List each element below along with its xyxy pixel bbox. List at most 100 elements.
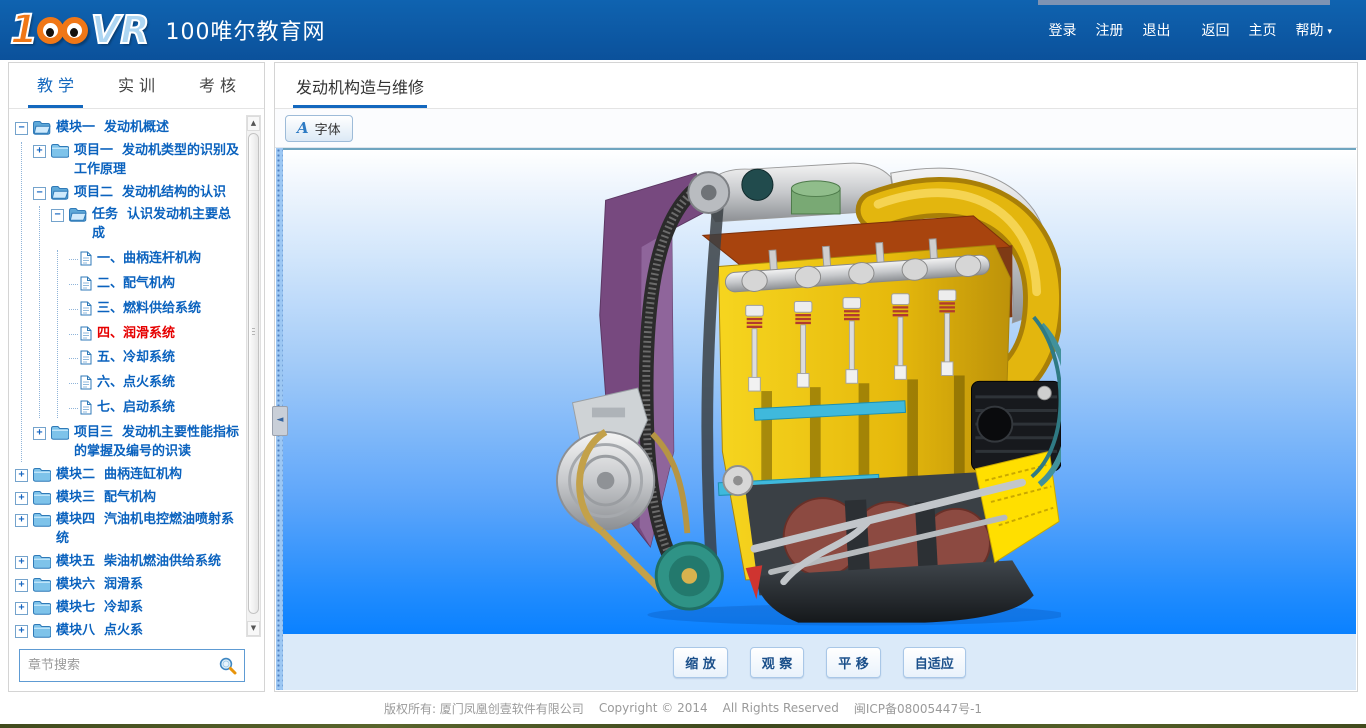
header-top-strip — [1038, 0, 1330, 5]
viewer-button-pan[interactable]: 平 移 — [826, 647, 881, 678]
viewer-button-zoom[interactable]: 缩 放 — [673, 647, 728, 678]
engine-3d-model[interactable] — [555, 155, 1061, 631]
viewer-button-fit[interactable]: 自适应 — [903, 647, 966, 678]
site-logo[interactable]: 1 VR — [10, 7, 150, 53]
tree-item-label: 七、启动系统 — [97, 399, 175, 418]
folder-icon — [50, 185, 69, 200]
header-link-back[interactable]: 返回 — [1201, 20, 1229, 40]
viewer-splitter[interactable]: ◄ — [276, 148, 283, 690]
tree-item-label: 项目三 发动机主要性能指标的掌握及编号的识读 — [74, 424, 242, 462]
viewer-button-observe[interactable]: 观 察 — [750, 647, 805, 678]
folder-icon — [68, 207, 87, 222]
tree-expand-icon[interactable]: + — [15, 625, 28, 638]
tree-item-folder[interactable]: + 模块七 冷却系 — [15, 599, 242, 618]
header-link-register[interactable]: 注册 — [1095, 20, 1123, 40]
search-icon[interactable] — [218, 656, 237, 675]
tree-expand-icon[interactable]: + — [33, 145, 46, 158]
tree-expand-icon[interactable]: + — [15, 469, 28, 482]
sidebar-tab-teaching[interactable]: 教 学 — [15, 63, 96, 108]
font-button[interactable]: A 字体 — [285, 115, 353, 142]
folder-icon — [50, 143, 69, 158]
3d-viewer[interactable] — [283, 148, 1356, 634]
tree-item-folder[interactable]: −模块一 发动机概述 — [15, 119, 242, 138]
logo-eye-icon — [37, 17, 64, 44]
document-icon — [80, 350, 92, 365]
site-header: 1 VR 100唯尔教育网 登录注册退出返回主页帮助▾ — [0, 0, 1366, 60]
page: 1 VR 100唯尔教育网 登录注册退出返回主页帮助▾ 教 学实 训考 核 −模… — [0, 0, 1366, 728]
tree-item-folder[interactable]: + 模块三 配气机构 — [15, 489, 242, 508]
header-link-help[interactable]: 帮助▾ — [1295, 20, 1332, 40]
tree-item-doc[interactable]: 四、润滑系统 — [69, 325, 242, 344]
tree-item-label: 六、点火系统 — [97, 374, 175, 393]
tree-item-doc[interactable]: 五、冷却系统 — [69, 349, 242, 368]
document-icon — [80, 400, 92, 415]
tree-expand-icon[interactable]: + — [15, 556, 28, 569]
tree-scrollbar[interactable]: ▲ ▼ — [246, 115, 261, 637]
folder-icon — [32, 623, 51, 638]
tree-connector — [69, 284, 78, 285]
tree-item-label: 模块三 配气机构 — [56, 489, 156, 508]
main-panel: 发动机构造与维修 A 字体 — [274, 62, 1358, 692]
tree-item-folder[interactable]: − 项目二 发动机结构的认识 — [33, 184, 242, 203]
tree-item-folder[interactable]: + 项目一 发动机类型的识别及工作原理 — [33, 142, 242, 180]
scrollbar-down-icon[interactable]: ▼ — [247, 621, 260, 636]
tree-expand-icon[interactable]: + — [15, 602, 28, 615]
course-sidebar: 教 学实 训考 核 −模块一 发动机概述+项目一 发动机类型的识别及工作原理−项… — [8, 62, 265, 692]
tree-item-label: 四、润滑系统 — [97, 325, 175, 344]
viewer-controls: 缩 放观 察平 移自适应 — [283, 634, 1356, 690]
folder-icon — [32, 577, 51, 592]
tree-expand-icon[interactable]: + — [15, 492, 28, 505]
sidebar-tab-assessment[interactable]: 考 核 — [177, 63, 258, 108]
tab-course-title[interactable]: 发动机构造与维修 — [293, 63, 427, 108]
tree-item-folder[interactable]: +模块六 润滑系 — [15, 576, 242, 595]
chapter-tree: −模块一 发动机概述+项目一 发动机类型的识别及工作原理−项目二 发动机结构的认… — [15, 115, 242, 643]
copyright-cn: 版权所有: 厦门凤凰创壹软件有限公司 — [384, 700, 584, 717]
tree-children: −任务 认识发动机主要总成一、曲柄连杆机构二、配气机构三、燃料供给系统四、润滑系… — [39, 206, 242, 418]
scrollbar-up-icon[interactable]: ▲ — [247, 116, 260, 131]
tree-connector — [69, 358, 78, 359]
tree-connector — [69, 408, 78, 409]
tree-item-doc[interactable]: 二、配气机构 — [69, 275, 242, 294]
document-icon — [80, 301, 92, 316]
tree-item-folder[interactable]: +模块四 汽油机电控燃油喷射系统 — [15, 511, 242, 549]
tree-item-label: 项目一 发动机类型的识别及工作原理 — [74, 142, 242, 180]
tree-item-doc[interactable]: 六、点火系统 — [69, 374, 242, 393]
tree-item-doc[interactable]: 七、启动系统 — [69, 399, 242, 418]
tree-expand-icon[interactable]: + — [15, 514, 28, 527]
tree-item-folder[interactable]: + 模块二 曲柄连缸机构 — [15, 466, 242, 485]
tree-expand-icon[interactable]: + — [33, 427, 46, 440]
search-input[interactable] — [20, 658, 218, 673]
document-icon — [80, 326, 92, 341]
tree-collapse-icon[interactable]: − — [15, 122, 28, 135]
tree-item-label: 模块八 点火系 — [56, 622, 143, 641]
tree-item-doc[interactable]: 三、燃料供给系统 — [69, 300, 242, 319]
tree-item-label: 模块二 曲柄连缸机构 — [56, 466, 182, 485]
tree-item-label: 模块七 冷却系 — [56, 599, 143, 618]
folder-icon — [32, 120, 51, 135]
sidebar-tab-training[interactable]: 实 训 — [96, 63, 177, 108]
logo-text-vr: VR — [91, 8, 150, 52]
tree-item-folder[interactable]: + 项目三 发动机主要性能指标的掌握及编号的识读 — [33, 424, 242, 462]
tree-item-folder[interactable]: −任务 认识发动机主要总成 — [51, 206, 242, 244]
collapse-arrow-icon[interactable]: ◄ — [272, 406, 288, 436]
sidebar-tabs: 教 学实 训考 核 — [9, 63, 264, 109]
tree-collapse-icon[interactable]: − — [51, 209, 64, 222]
header-link-home[interactable]: 主页 — [1248, 20, 1276, 40]
logo-eye-icon — [61, 17, 88, 44]
header-link-logout[interactable]: 退出 — [1142, 20, 1170, 40]
tree-item-folder[interactable]: + 模块八 点火系 — [15, 622, 242, 641]
tree-item-doc[interactable]: 一、曲柄连杆机构 — [69, 250, 242, 269]
tree-expand-icon[interactable]: + — [15, 579, 28, 592]
folder-icon — [32, 512, 51, 527]
viewer-toolbar: A 字体 — [275, 109, 1357, 148]
document-icon — [80, 276, 92, 291]
folder-icon — [32, 554, 51, 569]
tree-item-label: 项目二 发动机结构的认识 — [74, 184, 226, 203]
tree-collapse-icon[interactable]: − — [33, 187, 46, 200]
scrollbar-thumb[interactable] — [248, 133, 259, 614]
tree-item-folder[interactable]: +模块五 柴油机燃油供给系统 — [15, 553, 242, 572]
document-icon — [80, 251, 92, 266]
header-link-login[interactable]: 登录 — [1048, 20, 1076, 40]
logo-text-1: 1 — [10, 7, 38, 53]
folder-icon — [32, 467, 51, 482]
